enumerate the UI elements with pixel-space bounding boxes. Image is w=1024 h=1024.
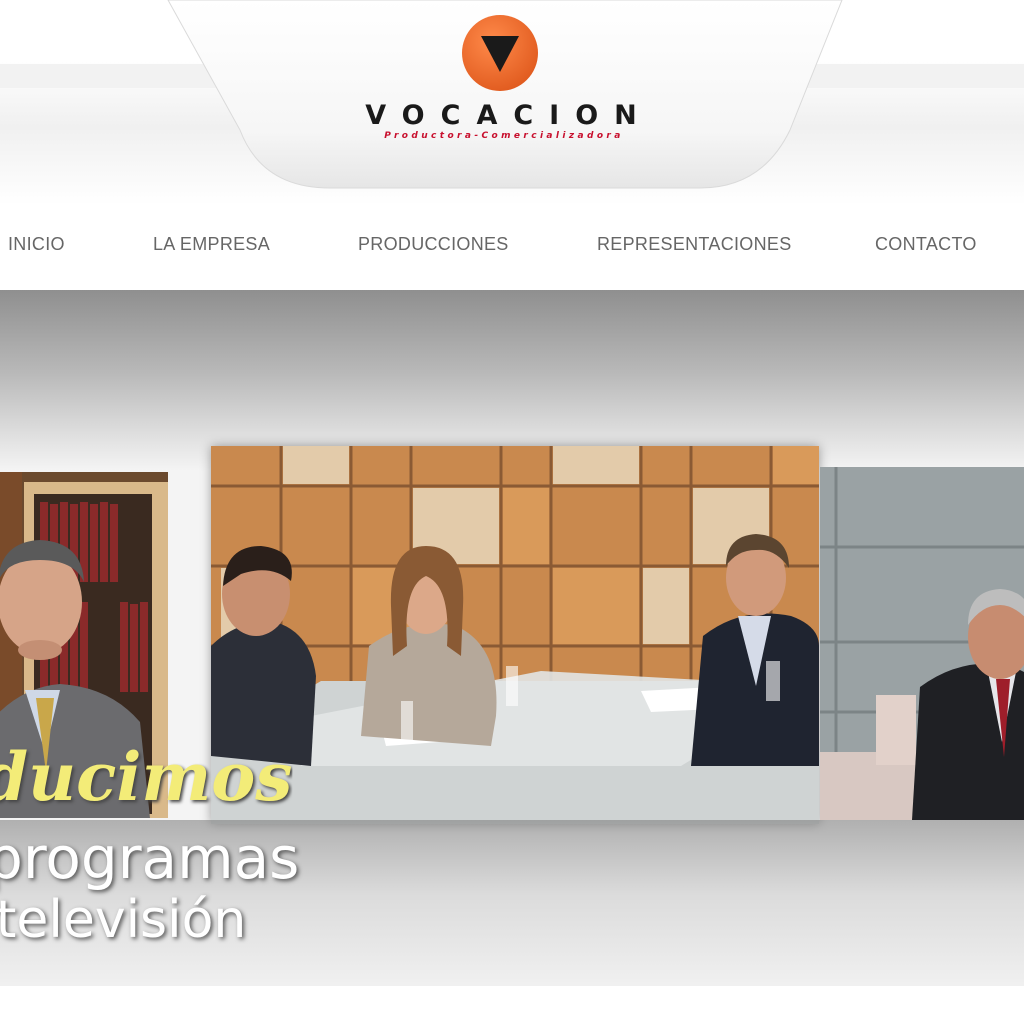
vocacion-logo[interactable]: VOCACION Productora-Comercializadora [296, 14, 706, 144]
logo-wordmark: VOCACION [365, 100, 653, 131]
nav-item-la-empresa[interactable]: LA EMPRESA [153, 234, 270, 255]
guest-sofa-photo [820, 467, 1024, 820]
slogan-line-2: programas [0, 824, 300, 892]
main-nav: INICIO LA EMPRESA PRODUCCIONES REPRESENT… [0, 222, 1024, 270]
slogan-line-3: televisión [0, 890, 247, 950]
nav-item-representaciones[interactable]: REPRESENTACIONES [597, 234, 792, 255]
site-header: VOCACION Productora-Comercializadora [0, 0, 1024, 205]
logo-circle-icon [462, 15, 538, 91]
nav-item-producciones[interactable]: PRODUCCIONES [358, 234, 509, 255]
page-bottom-space [0, 986, 1024, 1024]
logo-tagline: Productora-Comercializadora [384, 131, 624, 141]
hero-banner: ducimos programas televisión [0, 290, 1024, 986]
nav-item-inicio[interactable]: INICIO [8, 234, 65, 255]
studio-panel-photo [211, 446, 819, 824]
slogan-line-1: ducimos [0, 738, 293, 816]
nav-item-contacto[interactable]: CONTACTO [875, 234, 977, 255]
